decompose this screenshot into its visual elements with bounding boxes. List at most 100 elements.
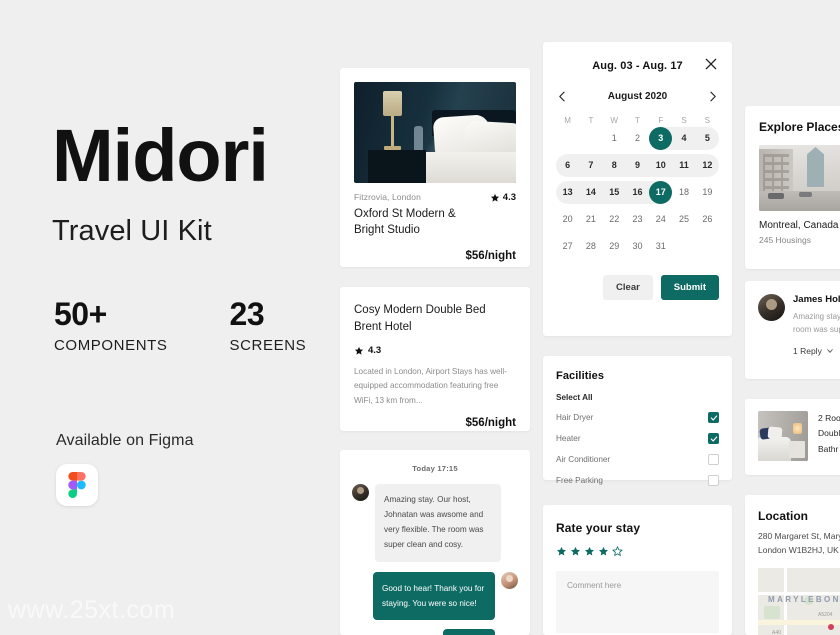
chat-timestamp: Today 17:15 [412, 464, 458, 473]
chat-card: Today 17:15 Amazing stay. Our host, John… [340, 450, 530, 635]
calendar-day[interactable]: 23 [626, 208, 649, 231]
stat-components: 50+ COMPONENTS [54, 296, 168, 354]
calendar-day[interactable]: 25 [672, 208, 695, 231]
calendar-nav: August 2020 [556, 90, 719, 103]
clear-button[interactable]: Clear [603, 275, 653, 300]
room-line-2: Doubl [818, 428, 840, 439]
calendar-day[interactable]: 27 [556, 235, 579, 258]
calendar-day[interactable]: 7 [579, 154, 602, 177]
comment-input[interactable] [556, 571, 719, 633]
submit-button[interactable]: Submit [660, 275, 719, 300]
calendar-day[interactable]: 17 [649, 181, 673, 204]
calendar-day[interactable]: 30 [626, 235, 649, 258]
star-filled-icon[interactable] [556, 546, 567, 557]
facility-row[interactable]: Heater [556, 433, 719, 444]
calendar-day[interactable]: 28 [579, 235, 602, 258]
weekday-label: S [681, 116, 687, 125]
calendar-day[interactable]: 10 [649, 154, 672, 177]
listing2-description: Located in London, Airport Stays has wel… [354, 367, 507, 405]
facility-label: Free Parking [556, 476, 603, 485]
star-filled-icon[interactable] [584, 546, 595, 557]
review-author: James Holl [793, 294, 840, 305]
star-filled-icon[interactable] [598, 546, 609, 557]
explore-places-panel: Explore Places Montreal, Canada 245 Hous… [745, 106, 840, 269]
calendar-day[interactable]: 22 [603, 208, 626, 231]
rating-stars[interactable] [556, 546, 719, 557]
listing-title-line1: Oxford St Modern & [354, 208, 456, 220]
calendar-day[interactable]: 29 [603, 235, 626, 258]
calendar-day[interactable]: 12 [696, 154, 719, 177]
listing-card-brent[interactable]: Cosy Modern Double Bed Brent Hotel 4.3 L… [340, 287, 530, 431]
calendar-day[interactable]: 4 [672, 127, 695, 150]
check-icon [710, 435, 717, 442]
chevron-right-icon[interactable] [706, 90, 719, 103]
calendar-day[interactable]: 20 [556, 208, 579, 231]
calendar-day[interactable]: 21 [579, 208, 602, 231]
calendar-week-row: 13 14 15 16 17 18 19 [556, 179, 719, 206]
star-filled-icon[interactable] [570, 546, 581, 557]
hero-block: Midori Travel UI Kit [52, 119, 352, 248]
stat-components-number: 50+ [54, 296, 107, 332]
calendar-day[interactable]: 26 [696, 208, 719, 231]
star-outline-icon[interactable] [612, 546, 623, 557]
map-road-label: A5204 [818, 612, 833, 619]
calendar-day[interactable]: 15 [603, 181, 626, 204]
date-range-picker: Aug. 03 - Aug. 17 August 2020 M T W T F … [543, 42, 732, 336]
checkbox-checked[interactable] [708, 412, 719, 423]
calendar-day[interactable]: 5 [696, 127, 719, 150]
avatar-reviewer [758, 294, 785, 321]
calendar-day[interactable]: 19 [696, 181, 719, 204]
calendar-day[interactable]: 9 [626, 154, 649, 177]
stat-screens: 23 SCREENS [230, 296, 307, 354]
facility-row[interactable]: Air Conditioner [556, 454, 719, 465]
listing-meta-row: Fitzrovia, London 4.3 [354, 192, 516, 203]
explore-image-montreal[interactable] [759, 145, 840, 211]
location-panel: Location 280 Margaret St, Mary London W1… [745, 495, 840, 635]
calendar-actions: Clear Submit [556, 275, 719, 300]
weekday-label: M [564, 116, 571, 125]
avatar-guest [352, 484, 369, 501]
figma-logo-tile[interactable] [56, 464, 98, 506]
figma-icon [68, 472, 86, 498]
calendar-day[interactable]: 24 [649, 208, 672, 231]
review-reply-toggle[interactable]: 1 Reply [793, 346, 840, 356]
listing-location: Fitzrovia, London [354, 192, 421, 202]
checkbox-unchecked[interactable] [708, 475, 719, 486]
checkbox-unchecked[interactable] [708, 454, 719, 465]
location-address-line2: London W1B2HJ, UK [758, 545, 839, 556]
listing-price: $56/night [465, 250, 516, 263]
watermark: www.25xt.com [8, 596, 176, 624]
listing-title: Oxford St Modern & Bright Studio [354, 207, 516, 238]
facility-row[interactable]: Hair Dryer [556, 412, 719, 423]
facility-row[interactable]: Free Parking [556, 475, 719, 486]
room-summary-card[interactable]: 2 Roo Doubl Bathr [745, 399, 840, 475]
rate-stay-panel: Rate your stay [543, 505, 732, 635]
calendar-day[interactable]: 3 [649, 127, 673, 150]
location-map[interactable]: MARYLEBONE A5204 A40 [758, 568, 840, 635]
calendar-day[interactable]: 14 [579, 181, 602, 204]
calendar-weekday-row: M T W T F S S [556, 116, 719, 125]
select-all-label[interactable]: Select All [556, 393, 719, 402]
checkbox-checked[interactable] [708, 433, 719, 444]
map-pin-icon [828, 624, 834, 631]
calendar-day[interactable]: 18 [672, 181, 695, 204]
calendar-day[interactable]: 11 [672, 154, 695, 177]
calendar-day[interactable]: 16 [626, 181, 649, 204]
calendar-day[interactable]: 13 [556, 181, 579, 204]
star-icon [354, 346, 364, 355]
calendar-week-row: 12345 [556, 125, 719, 152]
explore-title: Explore Places [759, 120, 840, 134]
calendar-day[interactable]: 8 [603, 154, 626, 177]
calendar-day[interactable]: 6 [556, 154, 579, 177]
chevron-left-icon[interactable] [556, 90, 569, 103]
close-icon[interactable] [703, 56, 719, 72]
listing-card-oxford[interactable]: Fitzrovia, London 4.3 Oxford St Modern &… [340, 68, 530, 267]
facilities-list: Hair Dryer Heater Air Conditioner Free Park… [556, 412, 719, 486]
weekday-label: T [635, 116, 640, 125]
calendar-day[interactable]: 2 [626, 127, 649, 150]
stat-screens-label: SCREENS [229, 337, 307, 354]
calendar-day[interactable]: 1 [603, 127, 626, 150]
chat-message-outgoing-2: See you! [352, 629, 518, 635]
calendar-day[interactable]: 31 [649, 235, 672, 258]
calendar-header: Aug. 03 - Aug. 17 [556, 56, 719, 76]
